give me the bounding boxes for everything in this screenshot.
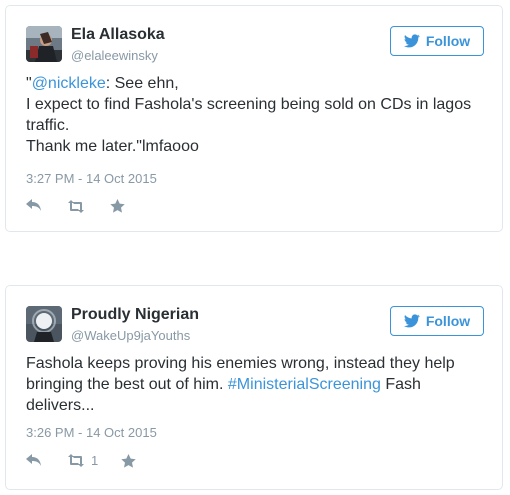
tweet-text: "@nickleke: See ehn, I expect to find Fa… <box>26 73 484 157</box>
tweet-text-line: traffic. <box>26 117 70 134</box>
retweet-count: 1 <box>91 453 99 468</box>
avatar[interactable] <box>26 26 62 62</box>
reply-icon[interactable] <box>26 453 66 468</box>
timestamp[interactable]: 3:27 PM - 14 Oct 2015 <box>26 171 157 186</box>
display-name[interactable]: Ela Allasoka <box>71 26 165 44</box>
mention-link[interactable]: @nickleke <box>32 75 106 92</box>
timestamp[interactable]: 3:26 PM - 14 Oct 2015 <box>26 425 157 440</box>
favorite-icon[interactable] <box>121 453 136 468</box>
tweet-actions: 1 <box>26 453 136 468</box>
retweet-icon[interactable]: 1 <box>66 453 121 468</box>
hashtag-link[interactable]: #MinisterialScreening <box>228 376 381 393</box>
tweet-text: Fashola keeps proving his enemies wrong,… <box>26 353 484 416</box>
reply-icon[interactable] <box>26 199 66 213</box>
display-name[interactable]: Proudly Nigerian <box>71 306 199 324</box>
bird-icon <box>403 34 420 48</box>
avatar[interactable] <box>26 306 62 342</box>
user-handle[interactable]: @WakeUp9jaYouths <box>71 328 190 343</box>
tweet-text-line: I expect to find Fashola's screening bei… <box>26 96 472 113</box>
favorite-icon[interactable] <box>110 199 125 213</box>
tweet-text-line: Thank me later."lmfaooo <box>26 138 199 155</box>
tweet-text-fragment: : See ehn, <box>105 75 179 92</box>
tweet-text-fragment: Fash <box>380 376 421 393</box>
follow-label: Follow <box>425 33 471 49</box>
tweet-actions <box>26 199 125 213</box>
bird-icon <box>403 314 420 328</box>
retweet-icon[interactable] <box>66 199 110 213</box>
follow-label: Follow <box>425 313 471 329</box>
follow-button[interactable]: Follow <box>390 26 484 56</box>
tweet-card: Ela Allasoka @elaleewinsky Follow "@nick… <box>5 5 503 232</box>
tweet-text-fragment: bringing the best out of him. <box>26 376 228 393</box>
tweet-card: Proudly Nigerian @WakeUp9jaYouths Follow… <box>5 285 503 490</box>
tweet-text-line: delivers... <box>26 397 95 414</box>
follow-button[interactable]: Follow <box>390 306 484 336</box>
tweet-text-line: Fashola keeps proving his enemies wrong,… <box>26 355 455 372</box>
user-handle[interactable]: @elaleewinsky <box>71 48 158 63</box>
